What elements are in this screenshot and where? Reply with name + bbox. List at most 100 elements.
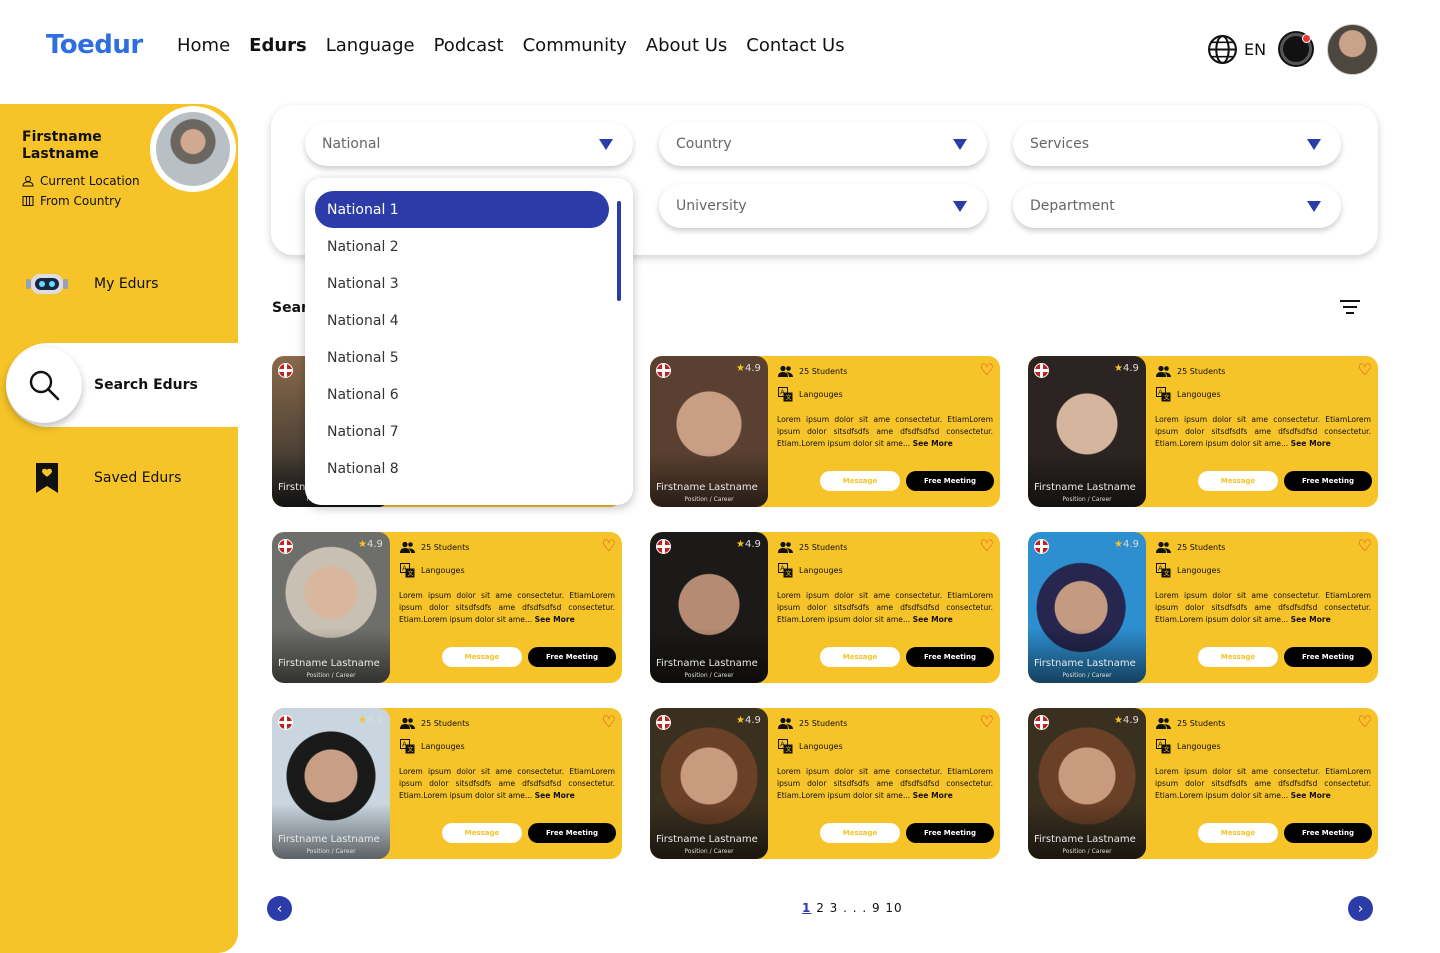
dropdown-option[interactable]: National 5 — [315, 339, 609, 376]
students-label: 25 Students — [799, 542, 848, 552]
message-button[interactable]: Message — [820, 471, 900, 491]
message-button[interactable]: Message — [442, 647, 522, 667]
dropdown-option[interactable]: National 3 — [315, 265, 609, 302]
university-select[interactable]: University — [659, 184, 987, 228]
free-meeting-button[interactable]: Free Meeting — [1284, 647, 1372, 667]
search-results-label: Sear — [272, 300, 308, 316]
see-more-link[interactable]: See More — [913, 615, 953, 624]
prev-page-button[interactable]: ‹ — [267, 896, 292, 921]
svg-text:文: 文 — [1164, 746, 1170, 754]
free-meeting-button[interactable]: Free Meeting — [528, 647, 616, 667]
dropdown-option[interactable]: National 8 — [315, 450, 609, 487]
see-more-link[interactable]: See More — [535, 791, 575, 800]
heart-icon[interactable]: ♡ — [980, 712, 994, 731]
country-select[interactable]: Country — [659, 122, 987, 166]
heart-icon[interactable]: ♡ — [980, 360, 994, 379]
message-button[interactable]: Message — [1198, 647, 1278, 667]
dropdown-option[interactable]: National 4 — [315, 302, 609, 339]
edur-photo[interactable]: ★4.9 Firstname Lastname Position / Caree… — [650, 532, 768, 683]
see-more-link[interactable]: See More — [1291, 615, 1331, 624]
robot-icon — [26, 274, 68, 294]
heart-icon[interactable]: ♡ — [602, 712, 616, 731]
svg-text:文: 文 — [1164, 394, 1170, 402]
edur-photo[interactable]: ★4.9 Firstname Lastname Position / Caree… — [650, 708, 768, 859]
brand-logo[interactable]: Toedur — [46, 30, 143, 60]
current-page[interactable]: 1 — [802, 901, 811, 915]
edur-photo[interactable]: ★4.9 Firstname Lastname Position / Caree… — [1028, 532, 1146, 683]
free-meeting-button[interactable]: Free Meeting — [1284, 471, 1372, 491]
languages: A文 Langouges — [1156, 739, 1221, 754]
dropdown-option[interactable]: National 7 — [315, 413, 609, 450]
free-meeting-button[interactable]: Free Meeting — [906, 471, 994, 491]
notification-icon[interactable] — [1280, 33, 1312, 65]
department-select[interactable]: Department — [1013, 184, 1341, 228]
svg-text:文: 文 — [1164, 570, 1170, 578]
description-text: Lorem ipsum dolor sit ame consectetur. E… — [1155, 415, 1371, 448]
svg-text:A: A — [780, 389, 785, 397]
message-button[interactable]: Message — [820, 647, 900, 667]
dropdown-option[interactable]: National 2 — [315, 228, 609, 265]
languages: A文 Langouges — [778, 563, 843, 578]
description-text: Lorem ipsum dolor sit ame consectetur. E… — [777, 767, 993, 800]
nav-community[interactable]: Community — [523, 35, 627, 56]
user-avatar[interactable] — [1327, 24, 1378, 75]
see-more-link[interactable]: See More — [1291, 791, 1331, 800]
nav-language[interactable]: Language — [326, 35, 415, 56]
message-button[interactable]: Message — [442, 823, 522, 843]
students-label: 25 Students — [421, 542, 470, 552]
see-more-link[interactable]: See More — [913, 791, 953, 800]
nav-edurs[interactable]: Edurs — [249, 35, 307, 56]
edur-photo[interactable]: ★4.9 Firstname Lastname Position / Caree… — [1028, 356, 1146, 507]
see-more-link[interactable]: See More — [535, 615, 575, 624]
edur-card: ★4.9 Firstname Lastname Position / Caree… — [650, 356, 1000, 507]
nav-podcast[interactable]: Podcast — [434, 35, 504, 56]
nav-about[interactable]: About Us — [646, 35, 728, 56]
edur-description: Lorem ipsum dolor sit ame consectetur. E… — [399, 766, 615, 802]
next-page-button[interactable]: › — [1348, 896, 1373, 921]
message-button[interactable]: Message — [1198, 823, 1278, 843]
message-button[interactable]: Message — [1198, 471, 1278, 491]
dropdown-scrollbar[interactable] — [617, 201, 621, 301]
heart-icon[interactable]: ♡ — [1358, 360, 1372, 379]
star-icon: ★ — [736, 363, 745, 374]
services-select[interactable]: Services — [1013, 122, 1341, 166]
edur-card: ★4.9 Firstname Lastname Position / Caree… — [272, 532, 622, 683]
see-more-link[interactable]: See More — [1291, 439, 1331, 448]
sidebar-item-search-edurs[interactable]: Search Edurs — [6, 343, 238, 427]
heart-icon[interactable]: ♡ — [1358, 536, 1372, 555]
languages-label: Langouges — [1177, 566, 1221, 575]
rating: ★4.9 — [1114, 539, 1139, 550]
dropdown-option[interactable]: National 1 — [315, 191, 609, 228]
edur-photo[interactable]: ★4.9 Firstname Lastname Position / Caree… — [272, 708, 390, 859]
message-button[interactable]: Message — [820, 823, 900, 843]
free-meeting-button[interactable]: Free Meeting — [906, 823, 994, 843]
page-numbers[interactable]: 2 3 . . . 9 10 — [816, 901, 903, 915]
svg-text:文: 文 — [786, 746, 792, 754]
filter-icon[interactable] — [1340, 300, 1360, 318]
edur-photo[interactable]: ★4.9 Firstname Lastname Position / Caree… — [650, 356, 768, 507]
uk-flag-icon — [278, 715, 293, 730]
nav-home[interactable]: Home — [177, 35, 230, 56]
sidebar-item-saved-edurs[interactable]: Saved Edurs — [0, 448, 238, 508]
national-select[interactable]: National — [305, 122, 633, 166]
dropdown-option[interactable]: National 6 — [315, 376, 609, 413]
profile-avatar[interactable] — [150, 106, 236, 192]
university-select-value: University — [676, 198, 747, 214]
star-icon: ★ — [358, 715, 367, 726]
languages-label: Langouges — [1177, 390, 1221, 399]
language-switcher[interactable]: EN — [1207, 34, 1266, 65]
edur-card: ★4.9 Firstname Lastname Position / Caree… — [650, 708, 1000, 859]
heart-icon[interactable]: ♡ — [980, 536, 994, 555]
free-meeting-button[interactable]: Free Meeting — [906, 647, 994, 667]
heart-icon[interactable]: ♡ — [602, 536, 616, 555]
see-more-link[interactable]: See More — [913, 439, 953, 448]
rating: ★4.9 — [736, 363, 761, 374]
free-meeting-button[interactable]: Free Meeting — [528, 823, 616, 843]
edur-photo[interactable]: ★4.9 Firstname Lastname Position / Caree… — [272, 532, 390, 683]
sidebar-item-label: Saved Edurs — [94, 470, 182, 486]
heart-icon[interactable]: ♡ — [1358, 712, 1372, 731]
sidebar-item-my-edurs[interactable]: My Edurs — [0, 254, 238, 314]
edur-photo[interactable]: ★4.9 Firstname Lastname Position / Caree… — [1028, 708, 1146, 859]
free-meeting-button[interactable]: Free Meeting — [1284, 823, 1372, 843]
nav-contact[interactable]: Contact Us — [746, 35, 844, 56]
